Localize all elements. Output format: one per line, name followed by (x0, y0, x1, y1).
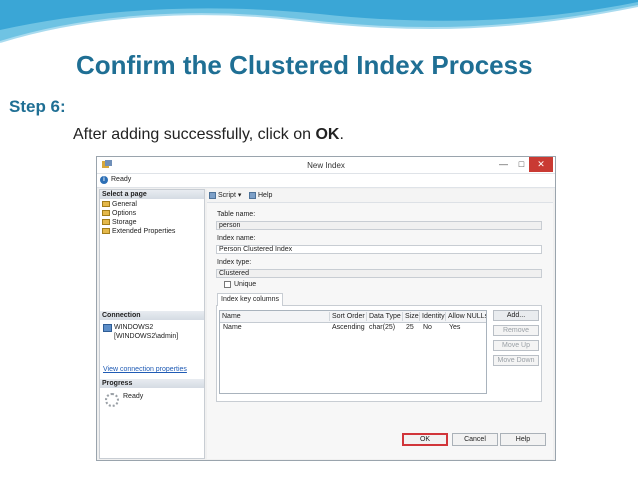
step-label: Step 6: (9, 97, 66, 116)
help-label: Help (258, 192, 273, 199)
grid-header: Name Sort Order Data Type Size Identity … (220, 311, 486, 323)
page-icon (102, 210, 110, 217)
index-name-input[interactable]: Person Clustered Index (216, 245, 542, 254)
select-page-header: Select a page (100, 190, 204, 199)
grid-header-cell: Name (220, 312, 330, 321)
table-row[interactable]: Name Ascending char(25) 25 No Yes (220, 323, 486, 333)
help-toolbar-button[interactable]: Help (249, 191, 272, 200)
instruction-text: After adding successfully, click on OK. (73, 126, 344, 144)
status-bar: i Ready (97, 174, 555, 188)
close-button[interactable]: ✕ (529, 157, 553, 172)
script-button[interactable]: Script ▾ (209, 191, 241, 200)
connection-server: WINDOWS2 (114, 324, 154, 331)
toolbar: Script ▾ Help (207, 189, 553, 203)
grid-cell: 25 (406, 324, 414, 331)
add-column-button[interactable]: Add... (493, 310, 539, 321)
grid-header-cell: Allow NULLs (448, 313, 486, 320)
grid-header-cell: Size (405, 312, 420, 321)
page-item-storage[interactable]: Storage (102, 218, 137, 227)
script-icon (209, 191, 216, 199)
page-item-label: Options (112, 210, 137, 217)
tab-strip: Index key columns (216, 293, 542, 306)
progress-status: Ready (123, 393, 144, 400)
maximize-button[interactable]: □ (513, 157, 530, 172)
grid-cell: No (423, 324, 432, 331)
page-item-label: Extended Properties (112, 228, 176, 235)
right-pane: Script ▾ Help Table name: person Index n… (207, 189, 553, 459)
grid-header-cell: Identity (422, 312, 446, 321)
index-columns-grid: Name Sort Order Data Type Size Identity … (219, 310, 487, 394)
remove-column-button[interactable]: Remove (493, 325, 539, 336)
instruction-bold: OK (315, 126, 340, 143)
table-name-label: Table name: (217, 211, 256, 218)
grid-cell: Yes (449, 324, 461, 331)
help-icon (249, 191, 256, 199)
index-type-label: Index type: (217, 259, 252, 266)
title-bar: New Index — □ ✕ (97, 157, 555, 174)
minimize-button[interactable]: — (495, 157, 512, 172)
progress-header: Progress (100, 379, 204, 388)
table-name-field: person (216, 221, 542, 230)
header-wave-decoration (0, 0, 638, 43)
ok-button[interactable]: OK (402, 433, 448, 446)
page-item-options[interactable]: Options (102, 209, 136, 218)
connection-user: [WINDOWS2\admin] (114, 333, 179, 340)
script-label: Script (218, 192, 236, 199)
index-type-field: Clustered (216, 269, 542, 278)
instruction-prefix: After adding successfully, click on (73, 126, 316, 143)
script-dropdown-icon: ▾ (237, 192, 242, 199)
view-connection-properties-link[interactable]: View connection properties (103, 365, 187, 374)
grid-header-cell: Data Type (367, 312, 403, 321)
move-up-button[interactable]: Move Up (493, 340, 539, 351)
unique-checkbox[interactable] (224, 281, 231, 288)
cancel-button[interactable]: Cancel (452, 433, 498, 446)
index-name-label: Index name: (217, 235, 256, 242)
grid-header-cell: Sort Order (330, 312, 367, 321)
server-icon (103, 324, 112, 332)
page-item-general[interactable]: General (102, 200, 137, 209)
help-button[interactable]: Help (500, 433, 546, 446)
connection-header: Connection (100, 311, 204, 320)
grid-cell: Ascending (332, 324, 365, 331)
status-text: Ready (111, 176, 132, 183)
left-pane: Select a page General Options Storage Ex… (99, 189, 205, 459)
instruction-suffix: . (339, 126, 344, 143)
slide-title: Confirm the Clustered Index Process (76, 50, 533, 80)
progress-spinner-icon (105, 393, 119, 407)
grid-cell: char(25) (369, 324, 396, 331)
page-item-label: Storage (112, 219, 137, 226)
window-title: New Index (307, 161, 345, 170)
connection-info: WINDOWS2 [WINDOWS2\admin] (100, 321, 204, 345)
info-icon: i (100, 176, 108, 184)
page-icon (102, 201, 110, 208)
page-item-extended-properties[interactable]: Extended Properties (102, 227, 175, 236)
move-down-button[interactable]: Move Down (493, 355, 539, 366)
page-icon (102, 228, 110, 235)
grid-cell: Name (223, 324, 242, 331)
page-item-label: General (112, 201, 137, 208)
unique-label: Unique (234, 281, 257, 288)
tab-index-key-columns[interactable]: Index key columns (217, 293, 283, 306)
tab-panel: Name Sort Order Data Type Size Identity … (216, 306, 542, 402)
page-icon (102, 219, 110, 226)
new-index-dialog: New Index — □ ✕ i Ready Select a page Ge… (96, 156, 556, 461)
